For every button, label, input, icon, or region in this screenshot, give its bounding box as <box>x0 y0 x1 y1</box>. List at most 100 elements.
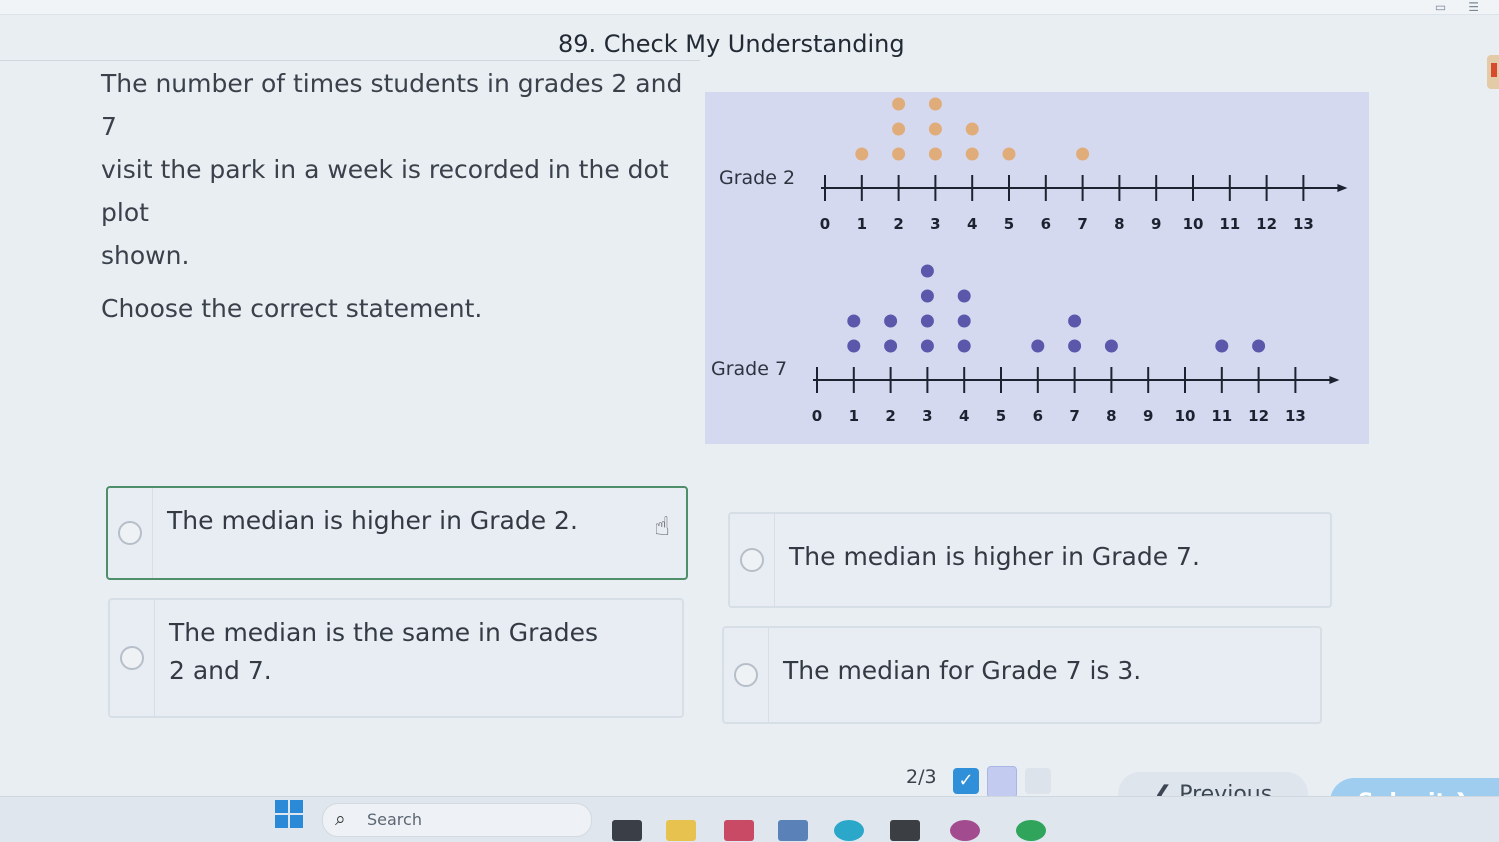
option-grade-7-higher[interactable]: The median is higher in Grade 7. <box>728 512 1332 608</box>
instruction: Choose the correct statement. <box>101 294 483 323</box>
chrome-icon[interactable] <box>1016 820 1046 841</box>
app-icon[interactable] <box>778 820 808 841</box>
data-dot <box>957 339 971 353</box>
tick-label: 9 <box>1143 407 1153 425</box>
edge-browser-icon[interactable] <box>834 820 864 841</box>
tick-label: 10 <box>1183 215 1204 233</box>
option-median-same[interactable]: The median is the same in Grades 2 and 7… <box>108 598 684 718</box>
prompt-line: visit the park in a week is recorded in … <box>101 155 669 227</box>
search-icon: ⌕ <box>335 808 346 830</box>
app-icon[interactable] <box>890 820 920 841</box>
tick-label: 9 <box>1151 215 1161 233</box>
tick-label: 11 <box>1211 407 1232 425</box>
data-dot <box>965 147 979 161</box>
taskbar-search[interactable]: ⌕ Search <box>322 803 592 837</box>
dot-plots-svg: Grade 20 1 2 3 4 5 6 7 8 9 10 11 12 13Grade 70 1 2 3 4 5 6 7… <box>711 97 1348 425</box>
tick-label: 5 <box>996 407 1006 425</box>
data-dot <box>965 122 979 136</box>
mail-app-icon[interactable] <box>724 820 754 841</box>
option-label: The median for Grade 7 is 3. <box>783 656 1142 685</box>
data-dot <box>884 314 898 328</box>
tick-label: 6 <box>1041 215 1051 233</box>
dot-plot-panel: Grade 2 0 1 2 3 4 5 6 7 8 9 10 11 12 13 Grade 701234567… <box>705 92 1369 444</box>
progress-done-checkbox[interactable]: ✓ <box>953 768 979 794</box>
data-dot <box>892 147 906 161</box>
tick-label: 2 <box>885 407 895 425</box>
data-dot <box>847 314 861 328</box>
tick-label: 7 <box>1077 215 1087 233</box>
tick-label: 8 <box>1114 215 1124 233</box>
tick-label: 3 <box>930 215 940 233</box>
axis-arrow <box>1329 376 1340 384</box>
data-dot <box>1068 339 1082 353</box>
tick-label: 13 <box>1293 215 1314 233</box>
tick-label: 12 <box>1248 407 1269 425</box>
search-input[interactable]: Search <box>367 810 422 829</box>
app-icon[interactable] <box>950 820 980 841</box>
task-view-icon[interactable] <box>612 820 642 841</box>
data-dot <box>1252 339 1266 353</box>
progress-counter: 2/3 <box>906 766 937 788</box>
prompt-line: The number of times students in grades 2… <box>101 69 683 141</box>
tick-label: 6 <box>1033 407 1043 425</box>
tick-label: 2 <box>893 215 903 233</box>
menu-icon[interactable]: ☰ <box>1468 0 1479 14</box>
hand-cursor-icon: ☝ <box>654 512 670 542</box>
data-dot <box>920 314 934 328</box>
data-dot <box>920 264 934 278</box>
data-dot <box>928 147 942 161</box>
top-bar <box>0 0 1499 15</box>
data-dot <box>957 289 971 303</box>
data-dot <box>928 122 942 136</box>
data-dot <box>892 122 906 136</box>
tick-label: 0 <box>820 215 830 233</box>
data-dot <box>847 339 861 353</box>
question-prompt: The number of times students in grades 2… <box>101 62 701 330</box>
progress-current-box[interactable] <box>987 766 1017 798</box>
data-dot <box>920 339 934 353</box>
option-grade-2-higher[interactable]: The median is higher in Grade 2. ☝ <box>106 486 688 580</box>
tick-label: 8 <box>1106 407 1116 425</box>
data-dot <box>892 97 906 111</box>
data-dot <box>928 97 942 111</box>
option-label: The median is the same in Grades 2 and 7… <box>169 618 599 685</box>
data-dot <box>1068 314 1082 328</box>
windows-start-icon[interactable] <box>275 800 303 828</box>
tick-label: 3 <box>922 407 932 425</box>
data-dot <box>957 314 971 328</box>
tick-label: 7 <box>1069 407 1079 425</box>
radio-button[interactable] <box>118 521 142 545</box>
dot-plot-1: Grade 70 1 2 3 4 5 6 7 8 9 10 11 12 13 <box>711 264 1340 425</box>
progress-next-box[interactable] <box>1025 768 1051 794</box>
data-dot <box>1215 339 1229 353</box>
file-explorer-icon[interactable] <box>666 820 696 841</box>
flag-icon[interactable] <box>1487 55 1499 89</box>
data-dot <box>1002 147 1016 161</box>
data-dot <box>1031 339 1045 353</box>
axis-arrow <box>1337 184 1348 192</box>
header-divider <box>0 60 700 61</box>
page-title: 89. Check My Understanding <box>558 30 905 58</box>
tick-label: 11 <box>1219 215 1240 233</box>
tick-label: 1 <box>849 407 859 425</box>
tick-label: 0 <box>812 407 822 425</box>
tick-label: 4 <box>959 407 969 425</box>
plot-label: Grade 2 <box>719 167 795 189</box>
tick-label: 13 <box>1285 407 1306 425</box>
option-grade-7-median-3[interactable]: The median for Grade 7 is 3. <box>722 626 1322 724</box>
prompt-line: shown. <box>101 241 190 270</box>
option-label: The median is higher in Grade 2. <box>167 506 578 535</box>
radio-button[interactable] <box>740 548 764 572</box>
radio-button[interactable] <box>120 646 144 670</box>
tick-label: 12 <box>1256 215 1277 233</box>
window-icon[interactable]: ▭ <box>1435 0 1446 14</box>
tick-label: 5 <box>1004 215 1014 233</box>
plot-label: Grade 7 <box>711 358 787 380</box>
radio-button[interactable] <box>734 663 758 687</box>
top-right-icons: ▭ ☰ <box>1435 0 1479 14</box>
option-label: The median is higher in Grade 7. <box>789 542 1200 571</box>
data-dot <box>884 339 898 353</box>
data-dot <box>1104 339 1118 353</box>
tick-label: 10 <box>1175 407 1196 425</box>
data-dot <box>855 147 869 161</box>
